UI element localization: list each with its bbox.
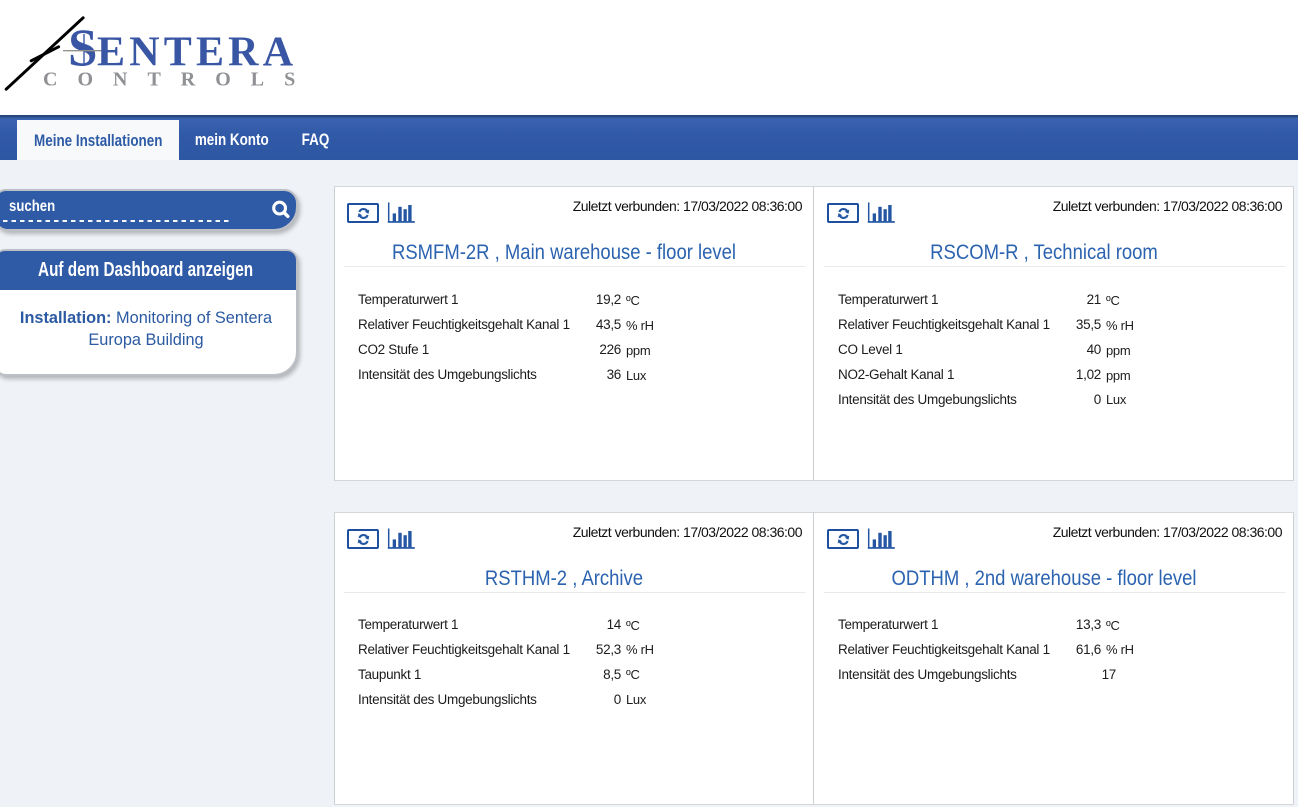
svg-text:CONTROLS: CONTROLS — [43, 69, 315, 91]
